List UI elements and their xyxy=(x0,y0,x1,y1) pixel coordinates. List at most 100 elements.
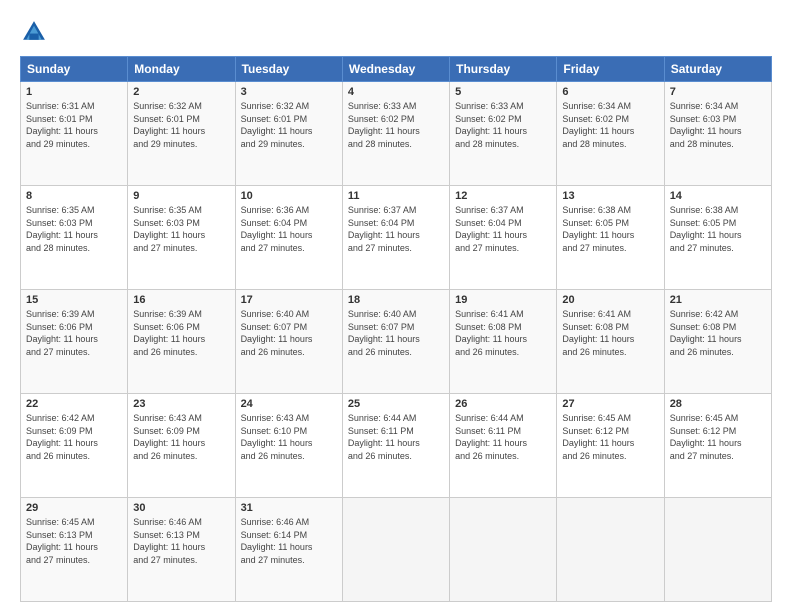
day-cell: 14 Sunrise: 6:38 AM Sunset: 6:05 PM Dayli… xyxy=(664,186,771,290)
day-cell: 11 Sunrise: 6:37 AM Sunset: 6:04 PM Dayli… xyxy=(342,186,449,290)
day-info: Sunrise: 6:38 AM Sunset: 6:05 PM Dayligh… xyxy=(562,204,658,254)
weekday-header-tuesday: Tuesday xyxy=(235,57,342,82)
day-cell: 4Sunrise: 6:33 AM Sunset: 6:02 PM Daylig… xyxy=(342,82,449,186)
day-number: 8 xyxy=(26,190,122,202)
day-number: 15 xyxy=(26,294,122,306)
day-cell: 9Sunrise: 6:35 AM Sunset: 6:03 PM Daylig… xyxy=(128,186,235,290)
weekday-header-friday: Friday xyxy=(557,57,664,82)
day-number: 31 xyxy=(241,502,337,514)
day-info: Sunrise: 6:31 AM Sunset: 6:01 PM Dayligh… xyxy=(26,100,122,150)
day-number: 16 xyxy=(133,294,229,306)
day-cell: 16 Sunrise: 6:39 AM Sunset: 6:06 PM Dayli… xyxy=(128,290,235,394)
day-info: Sunrise: 6:36 AM Sunset: 6:04 PM Dayligh… xyxy=(241,204,337,254)
logo xyxy=(20,18,52,46)
day-cell: 30Sunrise: 6:46 AM Sunset: 6:13 PM Dayli… xyxy=(128,498,235,602)
day-cell: 12 Sunrise: 6:37 AM Sunset: 6:04 PM Dayli… xyxy=(450,186,557,290)
day-cell: 10 Sunrise: 6:36 AM Sunset: 6:04 PM Dayli… xyxy=(235,186,342,290)
week-row-3: 15 Sunrise: 6:39 AM Sunset: 6:06 PM Dayli… xyxy=(21,290,772,394)
day-number: 22 xyxy=(26,398,122,410)
day-number: 30 xyxy=(133,502,229,514)
day-number: 7 xyxy=(670,86,766,98)
week-row-4: 22 Sunrise: 6:42 AM Sunset: 6:09 PM Dayli… xyxy=(21,394,772,498)
day-cell: 18 Sunrise: 6:40 AM Sunset: 6:07 PM Dayli… xyxy=(342,290,449,394)
day-cell: 3 Sunrise: 6:32 AM Sunset: 6:01 PM Daylig… xyxy=(235,82,342,186)
day-cell: 31 Sunrise: 6:46 AM Sunset: 6:14 PM Dayli… xyxy=(235,498,342,602)
day-number: 14 xyxy=(670,190,766,202)
day-cell: 28 Sunrise: 6:45 AM Sunset: 6:12 PM Dayli… xyxy=(664,394,771,498)
day-cell: 6 Sunrise: 6:34 AM Sunset: 6:02 PM Daylig… xyxy=(557,82,664,186)
day-info: Sunrise: 6:34 AM Sunset: 6:02 PM Dayligh… xyxy=(562,100,658,150)
day-info: Sunrise: 6:46 AM Sunset: 6:14 PM Dayligh… xyxy=(241,516,337,566)
day-number: 6 xyxy=(562,86,658,98)
calendar-body: 1 Sunrise: 6:31 AM Sunset: 6:01 PM Daylig… xyxy=(21,82,772,602)
day-cell xyxy=(450,498,557,602)
day-info: Sunrise: 6:45 AM Sunset: 6:12 PM Dayligh… xyxy=(670,412,766,462)
day-number: 3 xyxy=(241,86,337,98)
day-number: 10 xyxy=(241,190,337,202)
day-cell xyxy=(664,498,771,602)
day-number: 5 xyxy=(455,86,551,98)
day-cell: 17 Sunrise: 6:40 AM Sunset: 6:07 PM Dayli… xyxy=(235,290,342,394)
calendar-header: SundayMondayTuesdayWednesdayThursdayFrid… xyxy=(21,57,772,82)
day-cell: 1 Sunrise: 6:31 AM Sunset: 6:01 PM Daylig… xyxy=(21,82,128,186)
day-cell: 23 Sunrise: 6:43 AM Sunset: 6:09 PM Dayli… xyxy=(128,394,235,498)
day-info: Sunrise: 6:44 AM Sunset: 6:11 PM Dayligh… xyxy=(348,412,444,462)
day-info: Sunrise: 6:41 AM Sunset: 6:08 PM Dayligh… xyxy=(562,308,658,358)
weekday-header-saturday: Saturday xyxy=(664,57,771,82)
weekday-header-sunday: Sunday xyxy=(21,57,128,82)
day-number: 12 xyxy=(455,190,551,202)
day-info: Sunrise: 6:34 AM Sunset: 6:03 PM Dayligh… xyxy=(670,100,766,150)
day-number: 25 xyxy=(348,398,444,410)
day-info: Sunrise: 6:33 AM Sunset: 6:02 PM Dayligh… xyxy=(455,100,551,150)
day-cell: 15 Sunrise: 6:39 AM Sunset: 6:06 PM Dayli… xyxy=(21,290,128,394)
day-cell: 19 Sunrise: 6:41 AM Sunset: 6:08 PM Dayli… xyxy=(450,290,557,394)
day-info: Sunrise: 6:37 AM Sunset: 6:04 PM Dayligh… xyxy=(455,204,551,254)
day-info: Sunrise: 6:39 AM Sunset: 6:06 PM Dayligh… xyxy=(133,308,229,358)
day-cell: 21Sunrise: 6:42 AM Sunset: 6:08 PM Dayli… xyxy=(664,290,771,394)
day-info: Sunrise: 6:39 AM Sunset: 6:06 PM Dayligh… xyxy=(26,308,122,358)
day-info: Sunrise: 6:32 AM Sunset: 6:01 PM Dayligh… xyxy=(241,100,337,150)
day-cell: 29Sunrise: 6:45 AM Sunset: 6:13 PM Dayli… xyxy=(21,498,128,602)
day-number: 19 xyxy=(455,294,551,306)
calendar: SundayMondayTuesdayWednesdayThursdayFrid… xyxy=(20,56,772,602)
day-cell: 20 Sunrise: 6:41 AM Sunset: 6:08 PM Dayli… xyxy=(557,290,664,394)
page: SundayMondayTuesdayWednesdayThursdayFrid… xyxy=(0,0,792,612)
day-cell: 22 Sunrise: 6:42 AM Sunset: 6:09 PM Dayli… xyxy=(21,394,128,498)
day-cell: 5 Sunrise: 6:33 AM Sunset: 6:02 PM Daylig… xyxy=(450,82,557,186)
day-cell: 7 Sunrise: 6:34 AM Sunset: 6:03 PM Daylig… xyxy=(664,82,771,186)
weekday-header-thursday: Thursday xyxy=(450,57,557,82)
day-number: 1 xyxy=(26,86,122,98)
day-info: Sunrise: 6:38 AM Sunset: 6:05 PM Dayligh… xyxy=(670,204,766,254)
day-number: 26 xyxy=(455,398,551,410)
day-number: 20 xyxy=(562,294,658,306)
day-info: Sunrise: 6:35 AM Sunset: 6:03 PM Dayligh… xyxy=(26,204,122,254)
day-info: Sunrise: 6:40 AM Sunset: 6:07 PM Dayligh… xyxy=(348,308,444,358)
day-number: 18 xyxy=(348,294,444,306)
day-info: Sunrise: 6:40 AM Sunset: 6:07 PM Dayligh… xyxy=(241,308,337,358)
day-info: Sunrise: 6:41 AM Sunset: 6:08 PM Dayligh… xyxy=(455,308,551,358)
day-number: 13 xyxy=(562,190,658,202)
day-cell: 25 Sunrise: 6:44 AM Sunset: 6:11 PM Dayli… xyxy=(342,394,449,498)
day-cell: 27Sunrise: 6:45 AM Sunset: 6:12 PM Dayli… xyxy=(557,394,664,498)
day-info: Sunrise: 6:43 AM Sunset: 6:09 PM Dayligh… xyxy=(133,412,229,462)
day-cell: 2Sunrise: 6:32 AM Sunset: 6:01 PM Daylig… xyxy=(128,82,235,186)
weekday-row: SundayMondayTuesdayWednesdayThursdayFrid… xyxy=(21,57,772,82)
day-info: Sunrise: 6:44 AM Sunset: 6:11 PM Dayligh… xyxy=(455,412,551,462)
day-info: Sunrise: 6:37 AM Sunset: 6:04 PM Dayligh… xyxy=(348,204,444,254)
day-info: Sunrise: 6:42 AM Sunset: 6:09 PM Dayligh… xyxy=(26,412,122,462)
weekday-header-monday: Monday xyxy=(128,57,235,82)
week-row-1: 1 Sunrise: 6:31 AM Sunset: 6:01 PM Daylig… xyxy=(21,82,772,186)
day-number: 17 xyxy=(241,294,337,306)
day-info: Sunrise: 6:42 AM Sunset: 6:08 PM Dayligh… xyxy=(670,308,766,358)
day-number: 23 xyxy=(133,398,229,410)
day-number: 28 xyxy=(670,398,766,410)
day-number: 24 xyxy=(241,398,337,410)
week-row-2: 8 Sunrise: 6:35 AM Sunset: 6:03 PM Daylig… xyxy=(21,186,772,290)
day-number: 11 xyxy=(348,190,444,202)
day-info: Sunrise: 6:45 AM Sunset: 6:13 PM Dayligh… xyxy=(26,516,122,566)
logo-icon xyxy=(20,18,48,46)
day-number: 9 xyxy=(133,190,229,202)
day-cell: 13 Sunrise: 6:38 AM Sunset: 6:05 PM Dayli… xyxy=(557,186,664,290)
day-cell xyxy=(342,498,449,602)
day-info: Sunrise: 6:33 AM Sunset: 6:02 PM Dayligh… xyxy=(348,100,444,150)
